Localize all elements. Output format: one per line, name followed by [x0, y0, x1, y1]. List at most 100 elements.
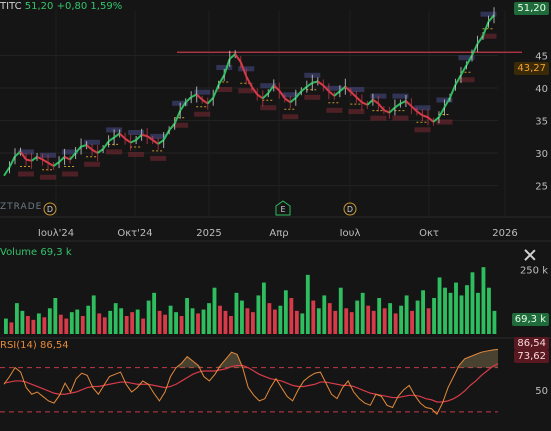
price-tick-label: 45: [535, 52, 548, 63]
volume-bar: [108, 310, 113, 334]
volume-bar: [146, 300, 151, 334]
price-segment: [476, 35, 484, 45]
price-segment: [80, 144, 87, 148]
volume-bar: [481, 267, 486, 334]
volume-bar: [382, 308, 387, 334]
price-segment: [333, 90, 341, 97]
volume-bar: [20, 310, 25, 334]
volume-bar: [283, 290, 288, 334]
ticker-change-pct: 1,59%: [90, 1, 123, 12]
price-segment: [377, 102, 385, 111]
volume-bar: [316, 308, 321, 334]
volume-bar: [240, 300, 244, 334]
lower-band-box: [106, 149, 123, 155]
price-segment: [8, 155, 16, 168]
price-segment: [190, 93, 198, 99]
ticker-change: +0,80: [56, 1, 88, 12]
dividend-icon: D: [43, 202, 57, 216]
price-segment: [135, 134, 143, 141]
volume-bar: [349, 312, 354, 334]
ticker-header: TITC 51,20 +0,80 1,59%: [0, 1, 122, 12]
price-segment: [471, 43, 479, 56]
volume-bar: [36, 313, 41, 334]
price-segment: [25, 158, 32, 162]
volume-bar: [289, 298, 294, 334]
price-segment: [184, 96, 192, 104]
lower-band-box: [370, 115, 387, 121]
price-tick-label: 30: [535, 149, 548, 160]
volume-bar: [371, 310, 376, 334]
volume-bar: [25, 316, 30, 334]
volume-bar: [185, 298, 189, 334]
volume-bar: [124, 316, 129, 334]
volume-bar: [415, 300, 420, 334]
volume-bar: [64, 318, 69, 334]
volume-bar: [58, 314, 63, 334]
price-segment: [113, 132, 121, 139]
price-segment: [366, 98, 374, 106]
volume-bar: [399, 305, 404, 334]
volume-bar: [256, 295, 261, 334]
volume-bar: [196, 313, 200, 334]
volume-bar: [305, 274, 310, 334]
volume-bar: [327, 303, 332, 334]
volume-bar: [388, 303, 393, 334]
rsi-overbought-fill: [4, 349, 498, 368]
volume-bar: [344, 308, 349, 334]
lower-band-box: [18, 171, 35, 177]
price-segment: [118, 132, 126, 140]
volume-bar: [207, 303, 211, 334]
close-volume-icon[interactable]: [523, 248, 537, 262]
price-segment: [312, 80, 319, 84]
volume-axis: 250 k: [520, 266, 548, 277]
rsi-axis: 50: [535, 386, 548, 397]
lower-band-box: [150, 155, 167, 161]
price-segment: [383, 109, 390, 114]
rsi-header: RSI(14) 86,54: [0, 340, 69, 351]
volume-bar: [294, 310, 299, 334]
volume-bar: [234, 292, 239, 334]
chart-canvas[interactable]: 25 30 35 40 45 Ιουλ'24 Οκτ'24 2025 Απρ Ιουλ Οκτ 20…: [0, 0, 551, 427]
price-segment: [229, 53, 236, 60]
price-segment: [85, 144, 93, 151]
volume-bar: [190, 308, 195, 334]
price-segment: [388, 106, 396, 114]
price-segment: [372, 98, 379, 105]
volume-bar: [459, 295, 464, 334]
volume-bar: [163, 314, 168, 334]
price-segment: [361, 101, 368, 106]
volume-bar: [421, 290, 425, 334]
volume-bar: [212, 287, 217, 334]
time-axis: Ιουλ'24 Οκτ'24 2025 Απρ Ιουλ Οκτ 2026: [38, 228, 518, 239]
volume-bar: [141, 318, 146, 334]
volume-bar: [53, 298, 58, 334]
volume-bar: [476, 292, 480, 334]
dividend-icon: D: [343, 202, 357, 216]
volume-bar: [201, 309, 206, 334]
time-tick-label: Οκτ: [419, 228, 439, 239]
volume-bar: [322, 295, 327, 334]
volume-bar: [218, 305, 222, 334]
event-markers: DED: [43, 200, 357, 216]
time-tick-label: 2025: [196, 228, 221, 239]
volume-bar: [91, 295, 96, 334]
volume-bar: [338, 287, 343, 334]
price-segment: [289, 96, 297, 104]
volume-bar: [47, 308, 52, 334]
chart-stage[interactable]: 25 30 35 40 45 Ιουλ'24 Οκτ'24 2025 Απρ Ιουλ Οκτ 20…: [0, 0, 551, 427]
volume-bar: [69, 312, 74, 334]
lower-band-box: [62, 171, 79, 177]
volume-bar: [448, 292, 453, 334]
price-segment: [328, 90, 335, 97]
lower-band-box: [84, 161, 101, 167]
volume-bar: [377, 298, 382, 334]
rsi-value: 86,54: [39, 340, 69, 351]
volume-bar: [229, 316, 233, 334]
rsi-line: [3, 348, 499, 415]
volume-bar: [267, 303, 272, 334]
price-segment: [460, 64, 468, 76]
price-segment: [217, 74, 226, 86]
price-segment: [300, 85, 308, 93]
volume-bar: [135, 309, 140, 334]
rsi-tick-label: 50: [535, 386, 548, 397]
